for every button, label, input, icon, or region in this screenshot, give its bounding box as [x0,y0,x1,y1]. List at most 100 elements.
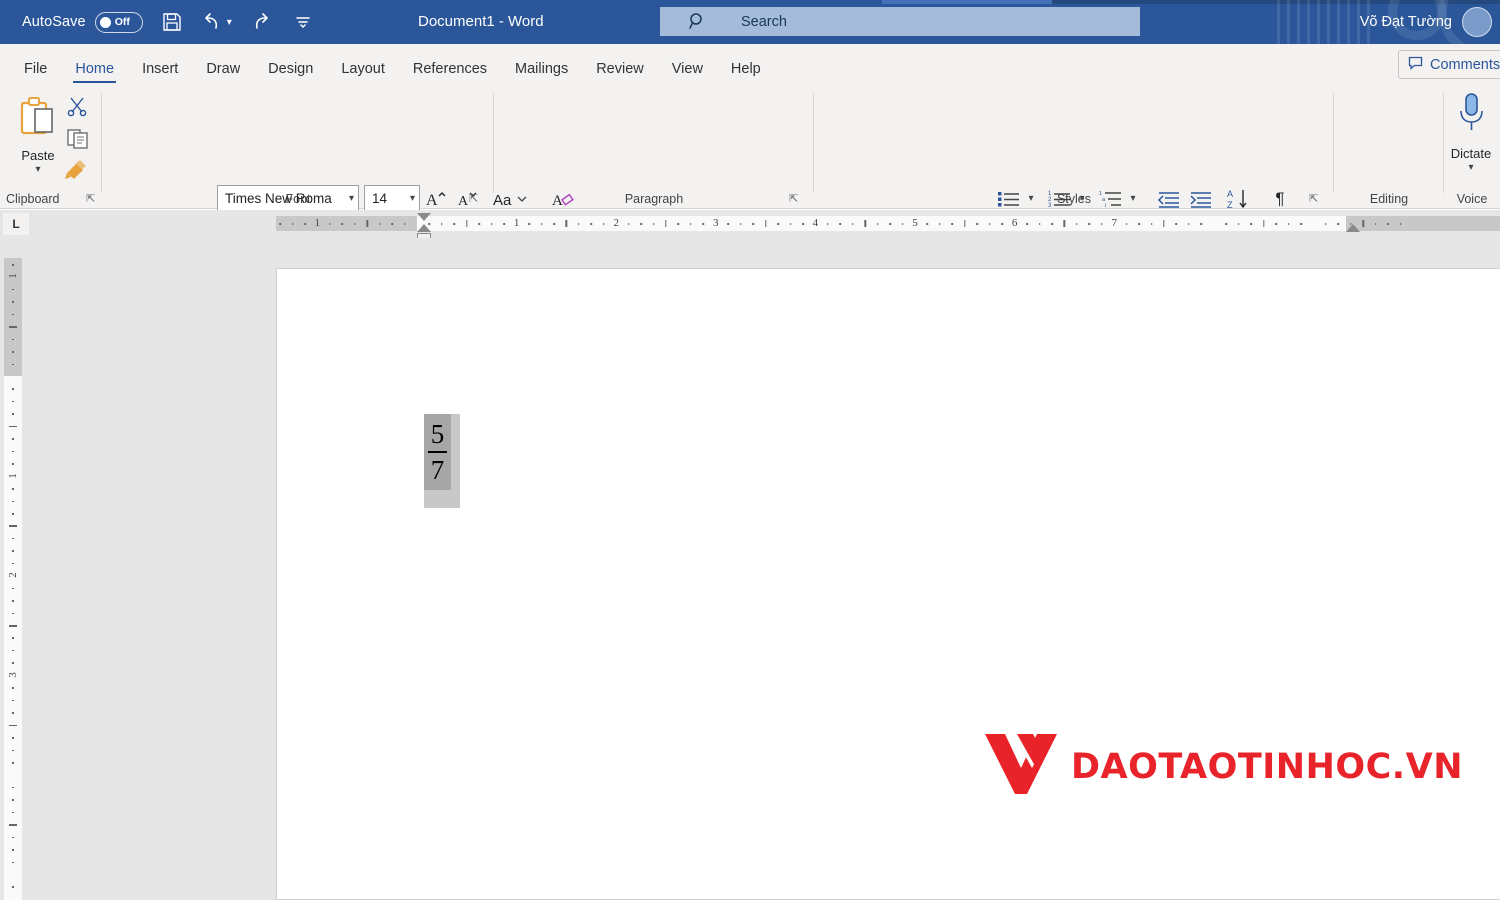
avatar[interactable] [1462,7,1492,37]
tab-help[interactable]: Help [717,61,775,86]
tab-stop-selector[interactable]: L [3,213,29,235]
ruler-tick [12,438,14,440]
dictate-label: Dictate [1450,146,1492,161]
ruler-tick [876,223,879,225]
ruler-tick [1076,223,1078,225]
ruler-number: 1 [7,472,19,479]
group-label-clipboard: Clipboard [6,192,60,206]
ruler-tick [976,223,979,225]
ruler-tick [789,223,792,225]
paste-clipboard-icon [17,95,59,146]
ribbon-group-font: Times New Roma ▾ 14 ▾ A A Aa A B I U ▾ [102,85,575,249]
tab-insert[interactable]: Insert [128,61,192,86]
horizontal-ruler-strip[interactable]: 1 1 2 3 4 5 6 7 [276,216,1500,231]
ruler-tick [1399,223,1402,225]
ruler-tick [12,849,14,851]
styles-dialog-launcher[interactable]: ⇱ [1309,192,1322,205]
fraction-numerator: 5 [430,418,445,449]
hanging-indent-marker[interactable] [417,224,431,232]
save-icon[interactable] [161,11,183,33]
autosave-switch-knob [99,16,111,28]
paste-label: Paste [21,148,55,163]
redo-icon[interactable] [250,12,272,32]
ruler-number: 3 [713,217,719,229]
ruler-tick [12,612,14,615]
ruler-tick [12,687,14,689]
tab-view[interactable]: View [658,61,717,86]
ruler-segment [276,216,417,231]
tab-references[interactable]: References [399,61,501,86]
first-line-indent-marker[interactable] [417,213,431,221]
autosave-switch[interactable]: Off [94,11,143,33]
ruler-tick [578,223,580,225]
document-page[interactable]: DAOTAOTINHOC.VN [276,268,1500,900]
ruler-tick [490,223,493,225]
ruler-tick [12,400,14,403]
tab-file[interactable]: File [10,61,61,86]
ruler-tick [665,220,667,227]
copy-button[interactable] [66,128,90,155]
search-input[interactable]: Search [660,7,1140,36]
equation-fraction[interactable]: 5 7 [424,414,451,490]
tab-layout[interactable]: Layout [327,61,399,86]
ruler-tick [964,220,966,227]
ruler-tick [901,223,904,225]
ruler-tick [12,861,14,864]
ruler-tick [279,223,281,225]
vertical-ruler[interactable]: 1 1 2 3 [4,258,22,900]
ruler-tick [329,223,331,225]
paragraph-dialog-launcher[interactable]: ⇱ [789,192,802,205]
tab-home[interactable]: Home [61,61,128,86]
customize-quick-access-toolbar-icon[interactable] [294,14,312,30]
ruler-tick [1287,223,1290,225]
fraction-bar [428,451,447,453]
clipboard-dialog-launcher[interactable]: ⇱ [86,192,99,205]
comments-label: Comments [1430,56,1500,73]
ruler-tick [1026,223,1028,225]
ruler-number: 1 [513,217,520,229]
ruler-tick [12,512,14,515]
ribbon-group-styles: AaBbCc ¶ Normal AaBbCc ¶ No Spac... AaBb… [814,85,1334,209]
format-painter-button[interactable] [64,159,90,186]
dictate-button[interactable]: Dictate ▾ [1446,91,1496,173]
search-icon [688,12,707,36]
dictate-dropdown-caret-icon[interactable]: ▾ [1468,162,1473,173]
ruler-tick [1250,223,1252,225]
ruler-tick [951,223,954,225]
cut-button[interactable] [66,95,88,122]
right-indent-marker[interactable] [1346,224,1360,232]
tab-review[interactable]: Review [582,61,658,86]
ruler-tick [353,223,356,225]
tab-design[interactable]: Design [254,61,327,86]
ruler-tick [988,223,991,225]
user-account-area[interactable]: Võ Đạt Tường [1360,7,1492,37]
ruler-tick [378,223,381,225]
ruler-number: 7 [1111,217,1117,229]
paste-dropdown-caret-icon[interactable]: ▾ [35,164,40,175]
comments-button[interactable]: Comments [1398,50,1500,79]
ruler-tick [12,450,14,453]
ruler-tick [1387,223,1389,225]
ruler-tick [1163,220,1165,227]
title-bar-accent-dark [1052,0,1500,4]
ruler-tick [503,223,505,225]
ruler-tick [366,220,368,227]
autosave-toggle-group[interactable]: AutoSave Off [22,11,143,33]
ruler-tick [1200,223,1203,225]
undo-dropdown-caret-icon[interactable]: ▾ [227,17,232,28]
title-bar-accent-light [882,0,1052,4]
tab-draw[interactable]: Draw [192,61,254,86]
ruler-tick [540,223,543,225]
font-dialog-launcher[interactable]: ⇱ [469,192,482,205]
paste-button[interactable]: Paste ▾ [10,91,66,197]
ruler-tick [12,288,14,291]
ruler-tick [12,699,14,702]
ruler-tick [12,712,14,714]
ruler-tick [926,223,929,225]
microphone-icon [1454,91,1488,144]
tab-mailings[interactable]: Mailings [501,61,582,86]
undo-icon[interactable] [201,12,223,32]
ruler-tick [1362,220,1364,227]
ruler-tick [739,223,742,225]
ruler-tick [1063,220,1066,227]
